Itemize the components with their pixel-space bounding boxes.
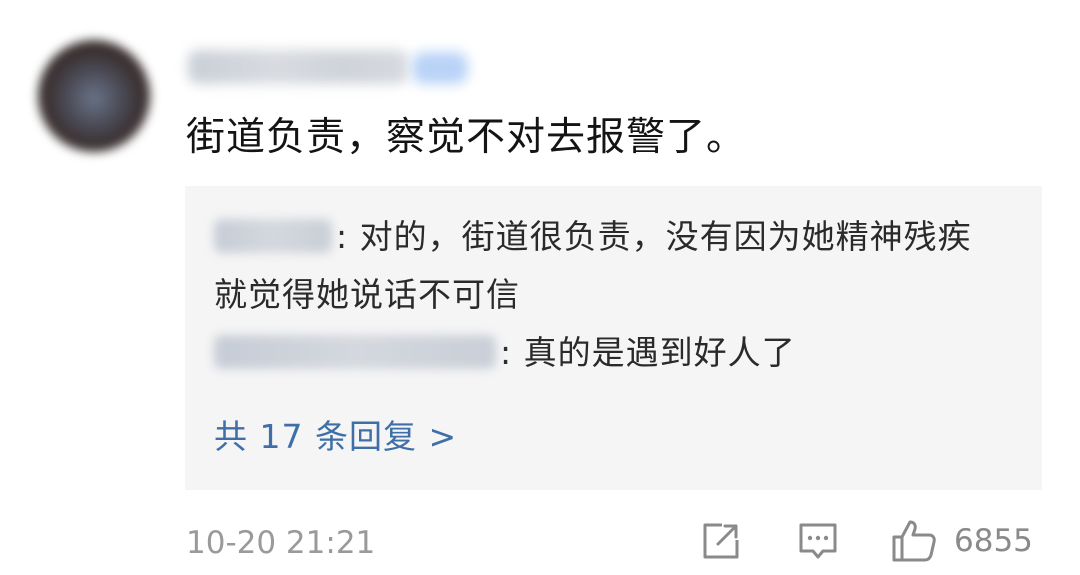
comment-button[interactable] bbox=[797, 520, 839, 562]
username-blurred[interactable] bbox=[188, 50, 408, 84]
reply-username-blurred[interactable] bbox=[214, 218, 332, 253]
like-button[interactable]: 6855 bbox=[890, 516, 1050, 566]
comment-icon bbox=[799, 523, 837, 559]
user-avatar[interactable] bbox=[38, 40, 150, 152]
reply-item[interactable]: : 对的，街道很负责，没有因为她精神残疾就觉得她说话不可信 bbox=[214, 208, 1004, 324]
comment-text: 街道负责，察觉不对去报警了。 bbox=[186, 115, 747, 160]
view-all-replies-link[interactable]: 共 17 条回复 > bbox=[214, 412, 457, 462]
thumbs-up-icon bbox=[892, 520, 936, 562]
reply-item[interactable]: : 真的是遇到好人了 bbox=[214, 324, 796, 382]
comment-timestamp: 10-20 21:21 bbox=[186, 525, 376, 561]
reply-text: : 真的是遇到好人了 bbox=[500, 333, 796, 372]
reply-username-blurred[interactable] bbox=[214, 334, 496, 369]
reply-preview-box[interactable]: : 对的，街道很负责，没有因为她精神残疾就觉得她说话不可信 : 真的是遇到好人了… bbox=[185, 186, 1042, 490]
like-count: 6855 bbox=[954, 523, 1033, 559]
share-icon bbox=[703, 523, 739, 559]
user-badge-blurred bbox=[412, 52, 468, 84]
share-button[interactable] bbox=[700, 520, 742, 562]
